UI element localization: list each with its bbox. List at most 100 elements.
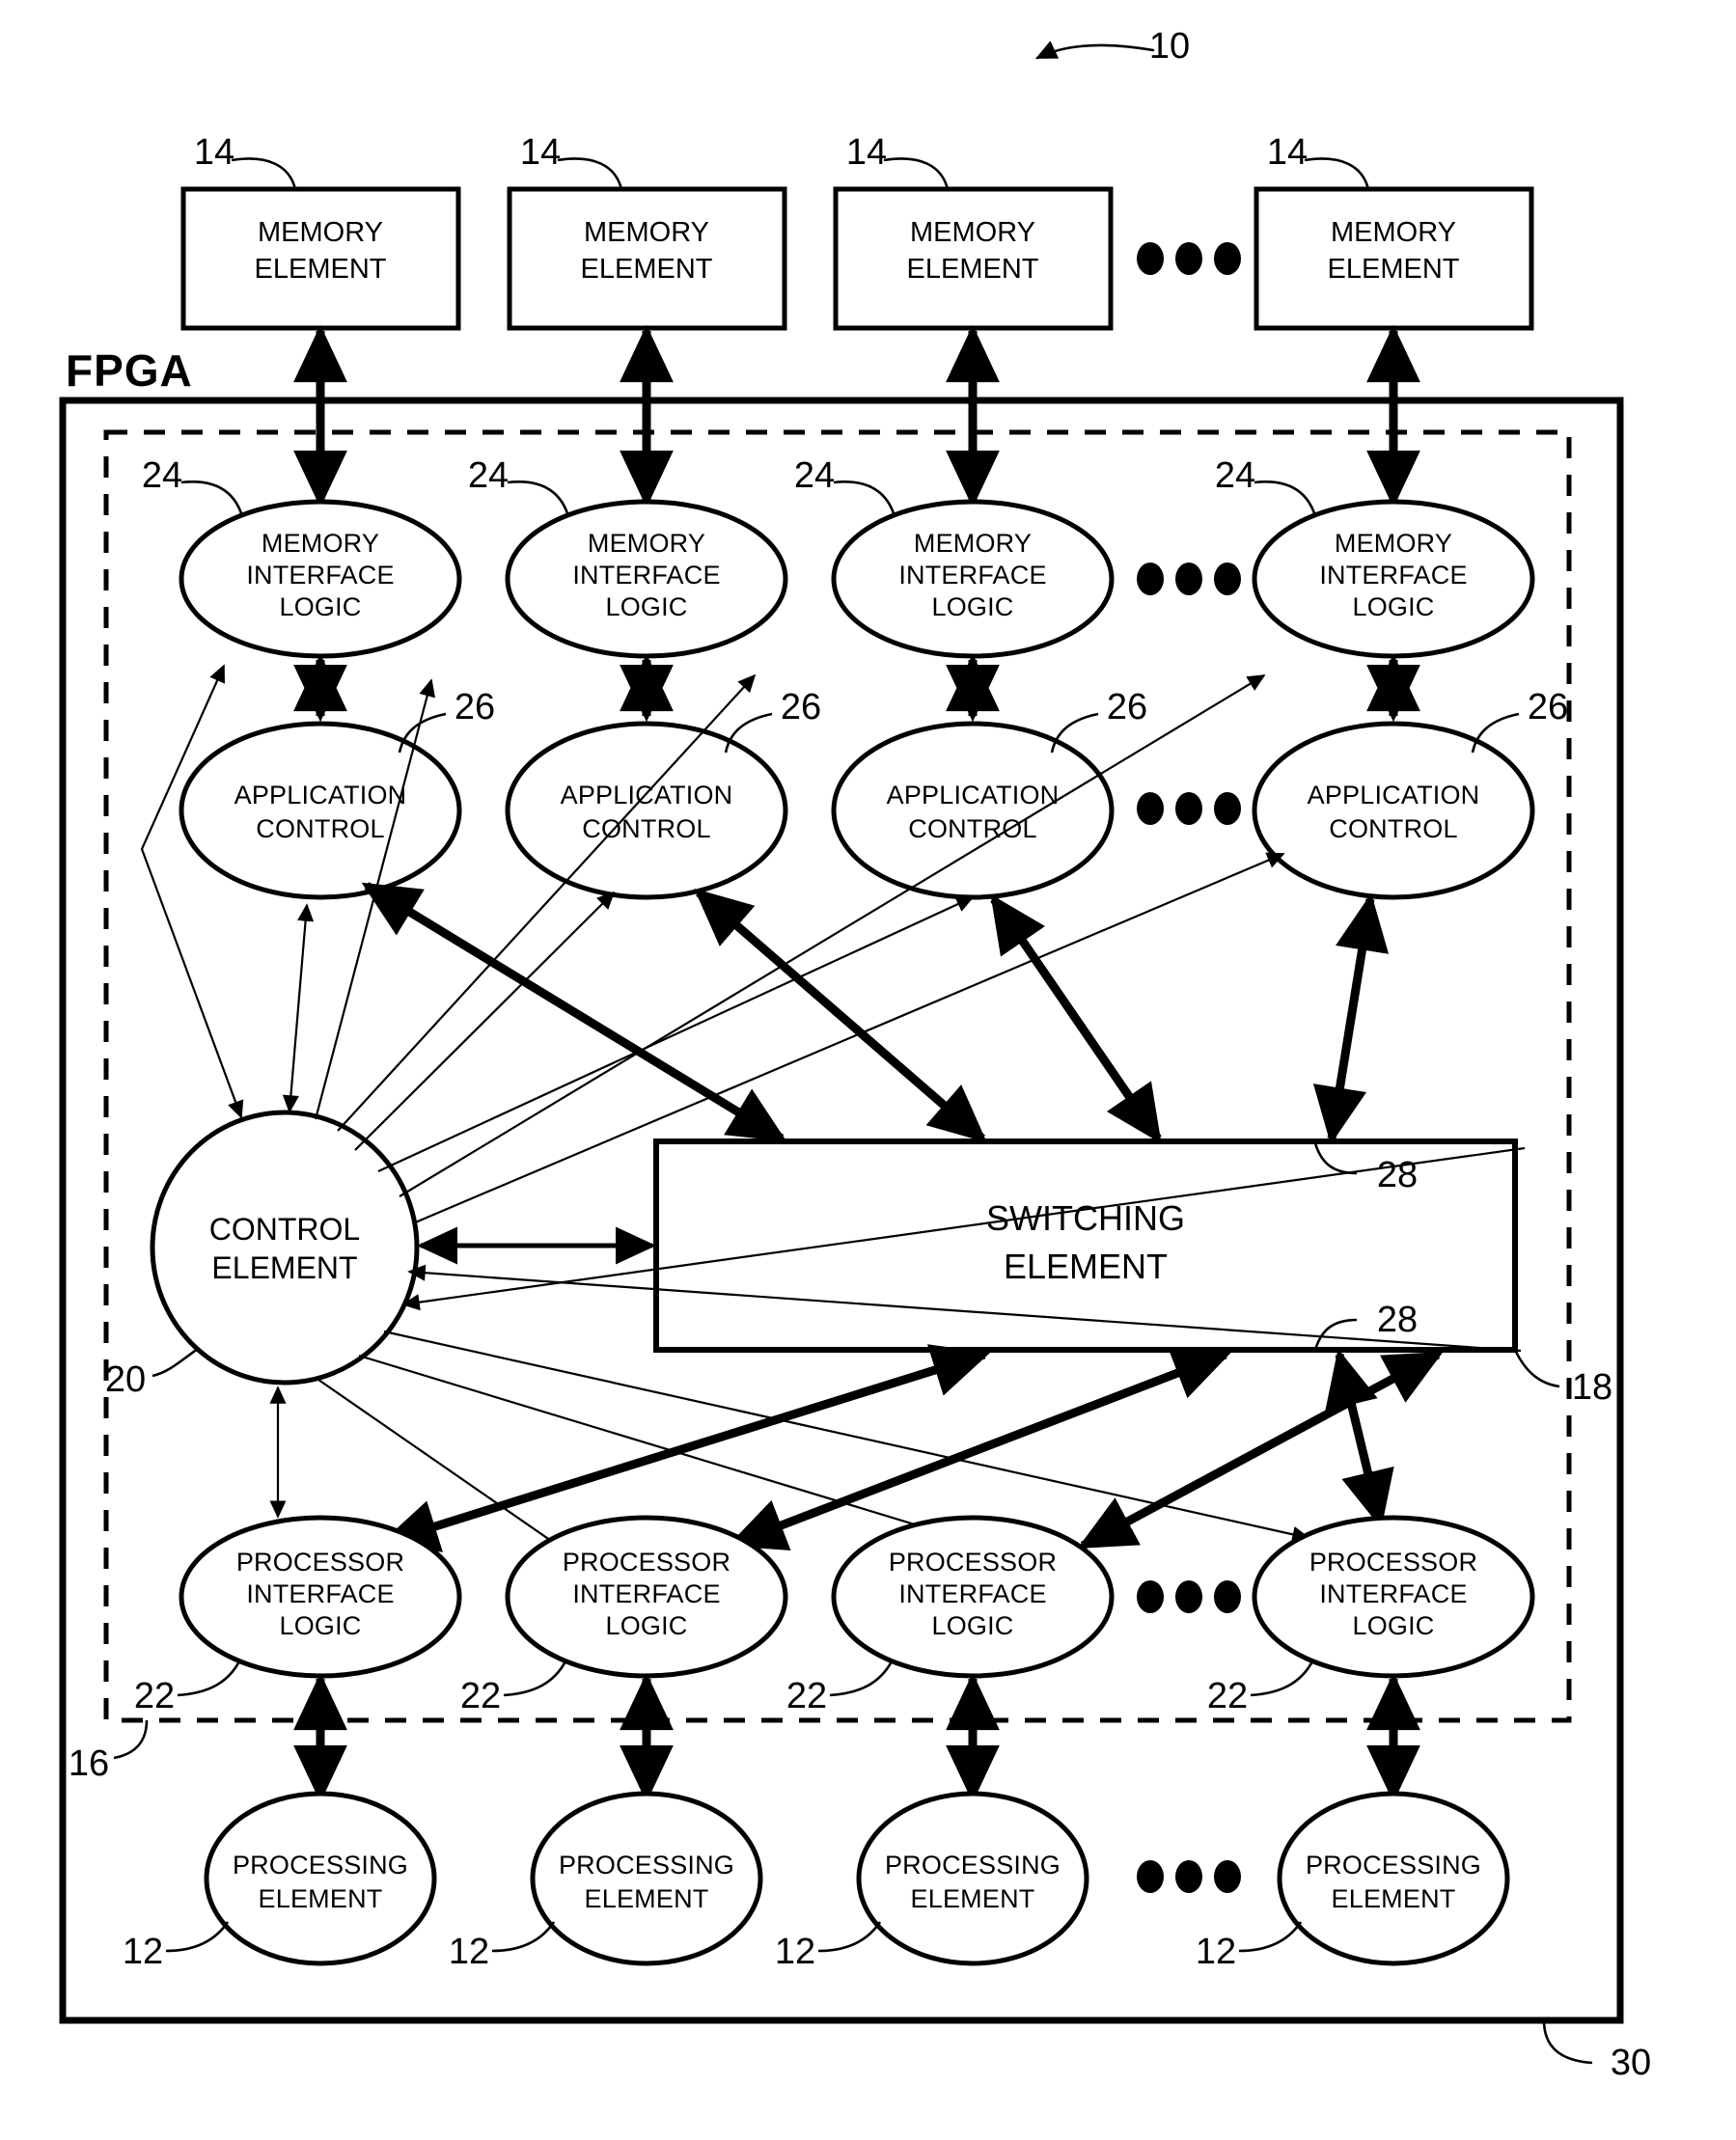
ref-12-c: 12 [775, 1932, 815, 1972]
appctrl-3-line2: CONTROL [908, 814, 1036, 843]
mil-3-line2: INTERFACE [898, 561, 1046, 590]
mil-row-ellipsis [1137, 562, 1241, 595]
memory-element-4[interactable]: MEMORY ELEMENT [1254, 186, 1534, 331]
memory-element-1[interactable]: MEMORY ELEMENT [180, 186, 461, 331]
memory-element-1-ref-callout: 14 [194, 132, 297, 190]
memory-element-3-ref-callout: 14 [846, 132, 950, 190]
chip-ref-callout: 30 [1542, 2019, 1651, 2083]
ref-14-d: 14 [1267, 132, 1308, 173]
mil-3-line3: LOGIC [931, 592, 1013, 621]
appctrl-3-line1: APPLICATION [887, 781, 1060, 809]
ref-24-c: 24 [794, 455, 835, 496]
application-control-1[interactable]: APPLICATION CONTROL [179, 721, 462, 900]
ref-16: 16 [69, 1743, 109, 1784]
appctrl-2-line1: APPLICATION [561, 781, 733, 809]
figure-reference-callout: 10 [1035, 26, 1190, 67]
pe-3-line1: PROCESSING [885, 1851, 1061, 1879]
application-control-3[interactable]: APPLICATION CONTROL [831, 721, 1115, 900]
appctrl-4-line2: CONTROL [1329, 814, 1457, 843]
memory-element-3-line1: MEMORY [910, 217, 1035, 248]
pil-1-line1: PROCESSOR [236, 1548, 404, 1577]
patent-figure: 10 FPGA 30 16 MEMORY ELEMENT 14 MEMORY E… [0, 0, 1736, 2140]
application-control-4[interactable]: APPLICATION CONTROL [1252, 721, 1535, 900]
ref-12-b: 12 [449, 1932, 489, 1972]
processor-interface-logic-1[interactable]: PROCESSOR INTERFACE LOGIC [179, 1515, 462, 1679]
mil-1-line2: INTERFACE [246, 561, 394, 590]
ref-26-b: 26 [781, 687, 821, 727]
switching-element-line2: ELEMENT [1004, 1247, 1168, 1286]
mil-1-line3: LOGIC [279, 592, 361, 621]
ref-14-b: 14 [520, 132, 561, 173]
mil-2-line2: INTERFACE [572, 561, 720, 590]
pil-4-line1: PROCESSOR [1309, 1548, 1477, 1577]
pe-4-line1: PROCESSING [1306, 1851, 1481, 1879]
memory-element-3[interactable]: MEMORY ELEMENT [833, 186, 1114, 331]
pil-2-line1: PROCESSOR [563, 1548, 730, 1577]
ref-26-a: 26 [455, 687, 495, 727]
memory-element-2-line2: ELEMENT [581, 254, 713, 285]
ref-24-a: 24 [142, 455, 182, 496]
ref-22-a: 22 [134, 1676, 175, 1716]
mil-4-line3: LOGIC [1352, 592, 1434, 621]
ref-12-a: 12 [123, 1932, 163, 1972]
ref-22-d: 22 [1207, 1676, 1248, 1716]
memory-interface-logic-1[interactable]: MEMORY INTERFACE LOGIC [179, 499, 462, 659]
ref-12-d: 12 [1196, 1932, 1236, 1972]
processing-element-3[interactable]: PROCESSING ELEMENT [856, 1791, 1089, 1966]
appctrl-2-line2: CONTROL [582, 814, 710, 843]
mil-4-line2: INTERFACE [1319, 561, 1467, 590]
mil-2-line3: LOGIC [605, 592, 687, 621]
ref-20: 20 [105, 1359, 146, 1400]
appctrl-1-line2: CONTROL [256, 814, 384, 843]
ref-24-b: 24 [468, 455, 509, 496]
pil-3-line3: LOGIC [931, 1611, 1013, 1640]
memory-element-row-ellipsis [1137, 242, 1241, 275]
pil-2-line3: LOGIC [605, 1611, 687, 1640]
memory-element-1-line2: ELEMENT [255, 254, 387, 285]
application-control-2[interactable]: APPLICATION CONTROL [505, 721, 788, 900]
memory-interface-logic-4[interactable]: MEMORY INTERFACE LOGIC [1252, 499, 1535, 659]
ref-26-c: 26 [1107, 687, 1147, 727]
processor-interface-logic-3[interactable]: PROCESSOR INTERFACE LOGIC [831, 1515, 1115, 1679]
processing-element-4[interactable]: PROCESSING ELEMENT [1277, 1791, 1510, 1966]
control-element[interactable]: CONTROL ELEMENT [150, 1110, 420, 1386]
pe-1-line2: ELEMENT [259, 1884, 383, 1913]
fpga-label: FPGA [66, 345, 193, 396]
ref-22-c: 22 [786, 1676, 827, 1716]
pe-2-line2: ELEMENT [585, 1884, 709, 1913]
pil-3-line1: PROCESSOR [889, 1548, 1057, 1577]
pil-3-line2: INTERFACE [898, 1579, 1046, 1608]
processor-interface-logic-2[interactable]: PROCESSOR INTERFACE LOGIC [505, 1515, 788, 1679]
ref-30: 30 [1611, 2043, 1651, 2083]
processing-element-2[interactable]: PROCESSING ELEMENT [530, 1791, 763, 1966]
memory-element-1-line1: MEMORY [258, 217, 383, 248]
ref-28-bottom: 28 [1377, 1300, 1418, 1340]
processor-interface-logic-4[interactable]: PROCESSOR INTERFACE LOGIC [1252, 1515, 1535, 1679]
pil-4-line3: LOGIC [1352, 1611, 1434, 1640]
memory-element-2-line1: MEMORY [584, 217, 709, 248]
appctrl-row-ellipsis [1137, 792, 1241, 825]
memory-element-2[interactable]: MEMORY ELEMENT [507, 186, 787, 331]
pe-2-line1: PROCESSING [559, 1851, 734, 1879]
ref-24-d: 24 [1215, 455, 1255, 496]
processing-element-1[interactable]: PROCESSING ELEMENT [204, 1791, 437, 1966]
memory-interface-logic-3[interactable]: MEMORY INTERFACE LOGIC [831, 499, 1115, 659]
mil-4-line1: MEMORY [1335, 529, 1452, 558]
control-element-line2: ELEMENT [211, 1250, 357, 1285]
ref-14-c: 14 [846, 132, 887, 173]
memory-element-group: MEMORY ELEMENT 14 MEMORY ELEMENT 14 MEMO… [180, 132, 1534, 331]
pe-4-line2: ELEMENT [1332, 1884, 1456, 1913]
memory-element-4-ref-callout: 14 [1267, 132, 1370, 190]
pil-2-line2: INTERFACE [572, 1579, 720, 1608]
pe-3-line2: ELEMENT [911, 1884, 1035, 1913]
ref-14-a: 14 [194, 132, 234, 173]
memory-element-2-ref-callout: 14 [520, 132, 623, 190]
pil-1-line2: INTERFACE [246, 1579, 394, 1608]
mil-1-line1: MEMORY [262, 529, 379, 558]
appctrl-1-line1: APPLICATION [234, 781, 407, 809]
ref-18: 18 [1572, 1367, 1612, 1408]
ref-28-top: 28 [1377, 1155, 1418, 1195]
memory-element-4-line2: ELEMENT [1328, 254, 1460, 285]
memory-element-3-line2: ELEMENT [907, 254, 1039, 285]
memory-interface-logic-2[interactable]: MEMORY INTERFACE LOGIC [505, 499, 788, 659]
